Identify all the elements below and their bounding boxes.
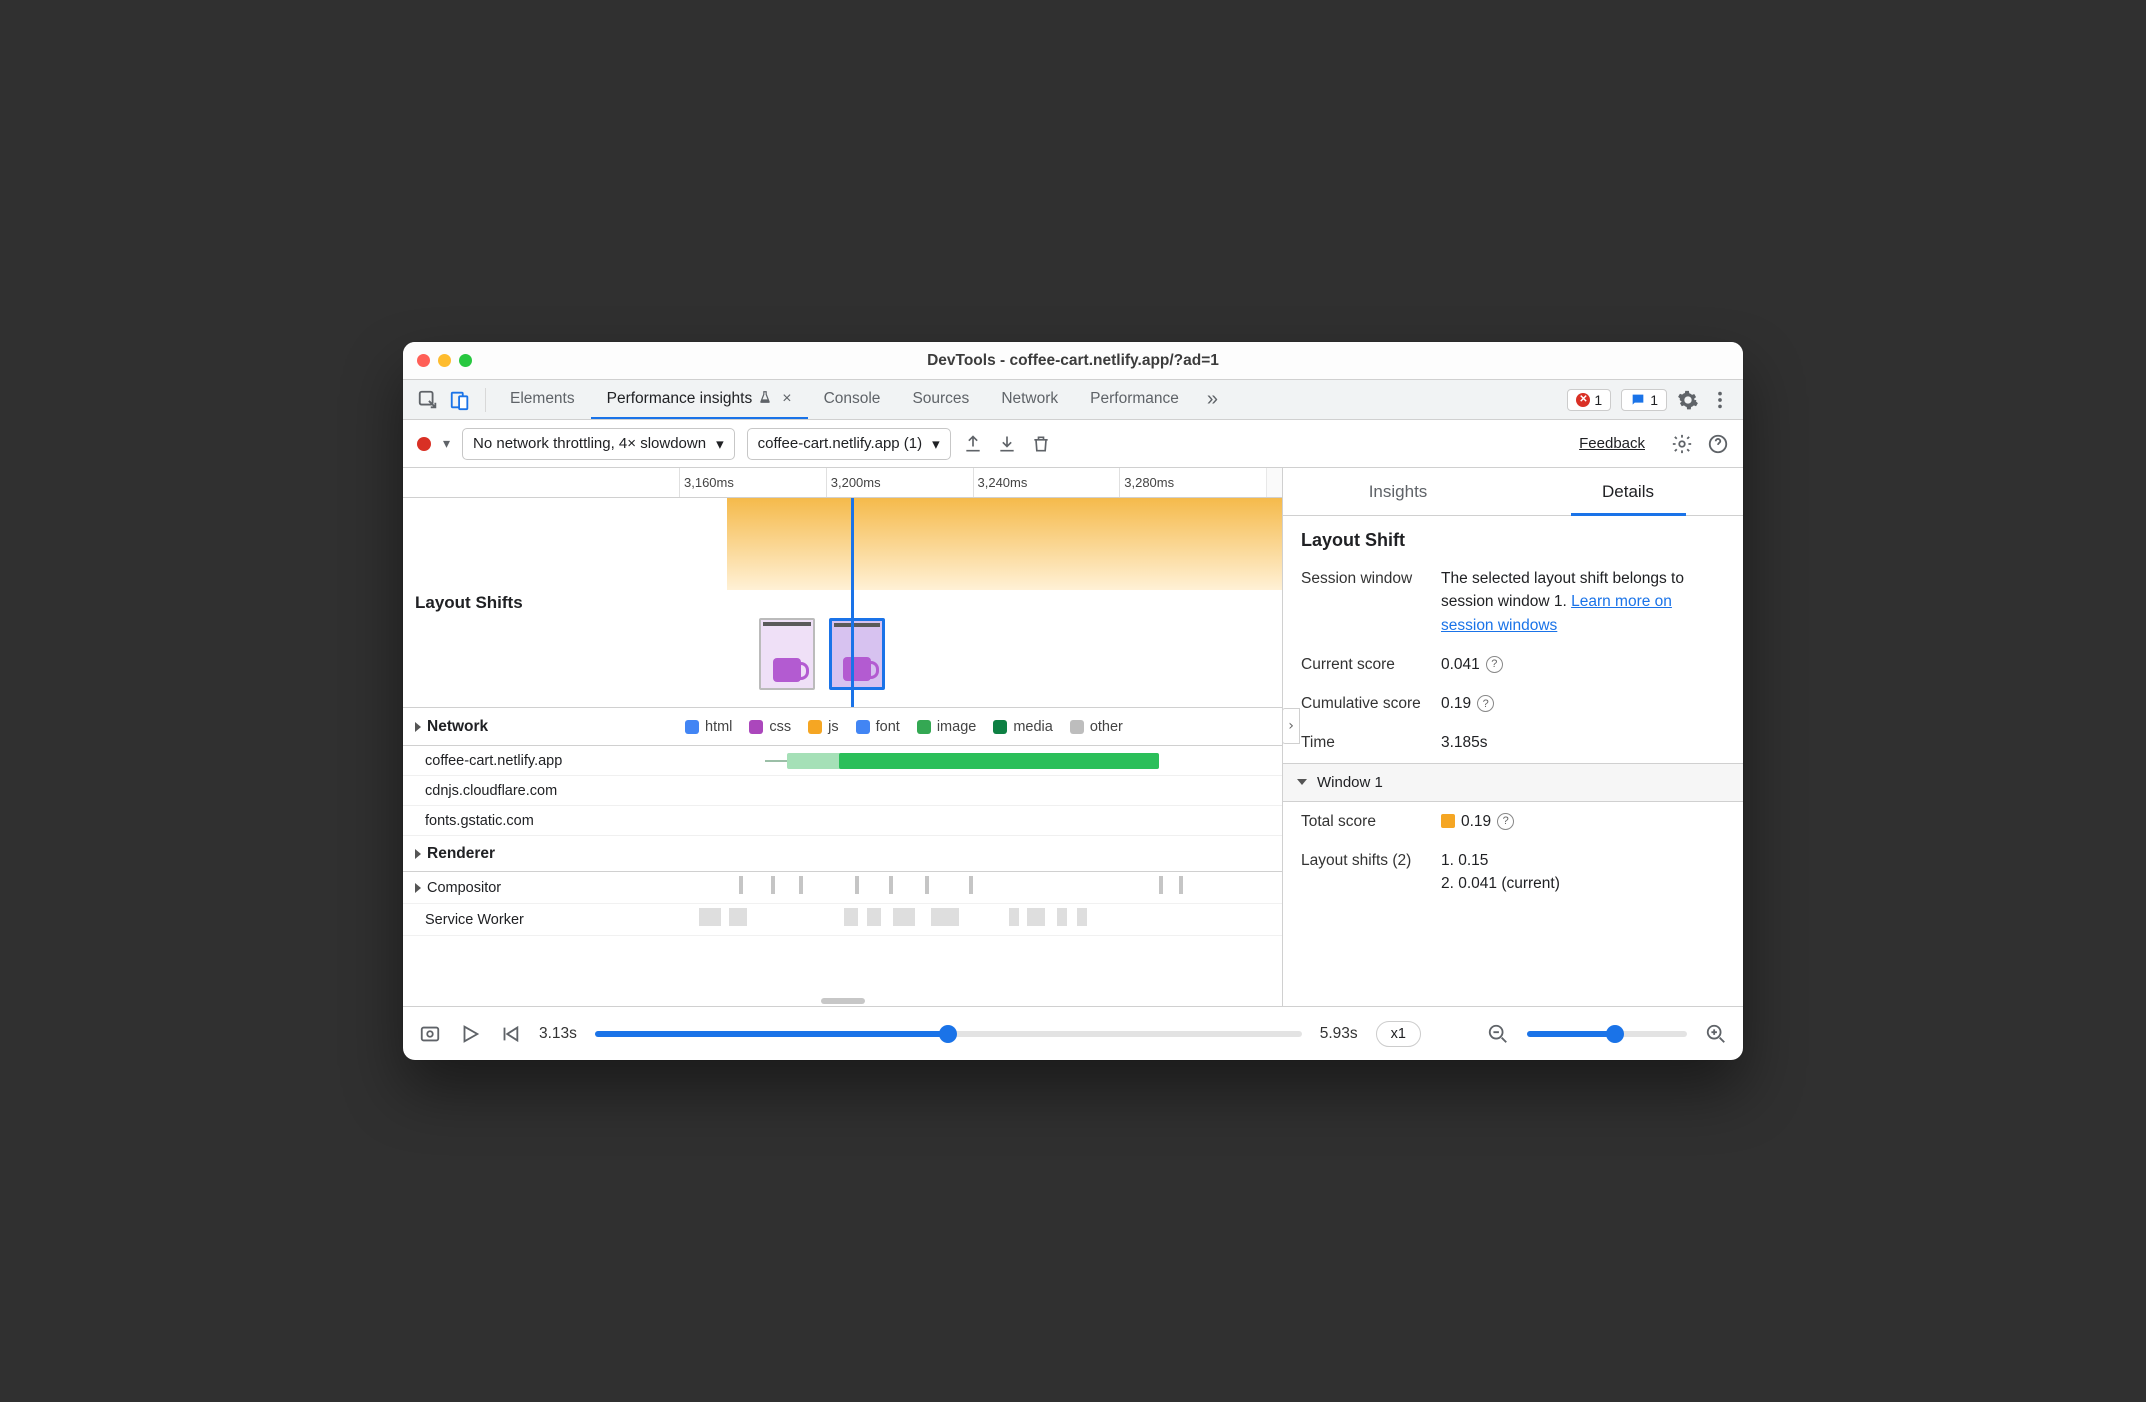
- experiment-icon: [758, 390, 772, 407]
- recording-select[interactable]: coffee-cart.netlify.app (1) ▾: [747, 428, 951, 460]
- details-tabs: Insights Details: [1283, 468, 1743, 516]
- close-button[interactable]: [417, 354, 430, 367]
- panel-tabs: Elements Performance insights × Console …: [494, 380, 1195, 419]
- close-tab-icon[interactable]: ×: [782, 390, 791, 408]
- zoom-in-icon[interactable]: [1705, 1023, 1727, 1045]
- label-current-score: Current score: [1301, 653, 1427, 676]
- tab-sources[interactable]: Sources: [896, 380, 985, 419]
- playback-end-time: 5.93s: [1320, 1025, 1358, 1043]
- inspect-element-icon[interactable]: [417, 389, 439, 411]
- network-legend: html css js font image media other: [679, 719, 1282, 735]
- tab-details[interactable]: Details: [1513, 468, 1743, 515]
- playback-slider[interactable]: [595, 1031, 1302, 1037]
- record-button[interactable]: [417, 437, 431, 451]
- help-icon[interactable]: ?: [1477, 695, 1494, 712]
- value-session-window: The selected layout shift belongs to ses…: [1441, 567, 1725, 637]
- error-icon: ✕: [1576, 393, 1590, 407]
- panel-tabstrip: Elements Performance insights × Console …: [403, 380, 1743, 420]
- tab-elements[interactable]: Elements: [494, 380, 591, 419]
- layout-shift-thumbnail-1[interactable]: [759, 618, 815, 690]
- label-total-score: Total score: [1301, 810, 1427, 833]
- export-icon[interactable]: [963, 434, 983, 454]
- flame-gradient: [727, 498, 1282, 590]
- panel-settings-icon[interactable]: [1671, 433, 1693, 455]
- device-toggle-icon[interactable]: [449, 389, 471, 411]
- preview-toggle-icon[interactable]: [419, 1023, 441, 1045]
- window-section-header[interactable]: Window 1: [1283, 763, 1743, 802]
- label-time: Time: [1301, 731, 1427, 754]
- collapse-caret-icon: [1297, 779, 1307, 785]
- throttle-select[interactable]: No network throttling, 4× slowdown ▾: [462, 428, 735, 460]
- timeline-panel: 3,160ms 3,200ms 3,240ms 3,280ms Layout S…: [403, 468, 1283, 1006]
- details-title: Layout Shift: [1283, 516, 1743, 559]
- insights-toolbar: ▾ No network throttling, 4× slowdown ▾ c…: [403, 420, 1743, 468]
- tab-console[interactable]: Console: [808, 380, 897, 419]
- expand-caret-icon: [415, 722, 421, 732]
- tab-performance-insights[interactable]: Performance insights ×: [591, 380, 808, 419]
- minimize-button[interactable]: [438, 354, 451, 367]
- record-menu-caret[interactable]: ▾: [443, 435, 450, 452]
- expand-caret-icon: [415, 849, 421, 859]
- tab-performance[interactable]: Performance: [1074, 380, 1195, 419]
- titlebar: DevTools - coffee-cart.netlify.app/?ad=1: [403, 342, 1743, 380]
- compositor-row[interactable]: Compositor: [403, 872, 1282, 904]
- zoom-slider[interactable]: [1527, 1031, 1687, 1037]
- label-layout-shifts: Layout shifts (2): [1301, 849, 1427, 896]
- tab-insights[interactable]: Insights: [1283, 468, 1513, 515]
- window-title: DevTools - coffee-cart.netlify.app/?ad=1: [403, 352, 1743, 370]
- help-icon[interactable]: [1707, 433, 1729, 455]
- value-layout-shifts: 1. 0.15 2. 0.041 (current): [1441, 849, 1725, 896]
- help-icon[interactable]: ?: [1497, 813, 1514, 830]
- message-badge[interactable]: 1: [1621, 389, 1667, 411]
- playback-bar: 3.13s 5.93s x1: [403, 1006, 1743, 1060]
- main-split: 3,160ms 3,200ms 3,240ms 3,280ms Layout S…: [403, 468, 1743, 1006]
- feedback-link[interactable]: Feedback: [1579, 435, 1645, 452]
- settings-icon[interactable]: [1677, 389, 1699, 411]
- playback-speed[interactable]: x1: [1376, 1021, 1421, 1047]
- network-track-header[interactable]: Network html css js font image media oth…: [403, 708, 1282, 746]
- value-current-score: 0.041?: [1441, 653, 1725, 676]
- zoom-out-icon[interactable]: [1487, 1023, 1509, 1045]
- details-panel: › Insights Details Layout Shift Session …: [1283, 468, 1743, 1006]
- value-cumulative-score: 0.19?: [1441, 692, 1725, 715]
- layout-shifts-label: Layout Shifts: [403, 498, 679, 707]
- playback-start-time: 3.13s: [539, 1025, 577, 1043]
- import-icon[interactable]: [997, 434, 1017, 454]
- network-host-row[interactable]: cdnjs.cloudflare.com: [403, 776, 1282, 806]
- window-controls: [417, 354, 472, 367]
- more-menu-icon[interactable]: [1709, 389, 1731, 411]
- chevron-down-icon: ▾: [716, 435, 724, 453]
- horizontal-scroll-handle[interactable]: [821, 998, 865, 1004]
- renderer-track-header[interactable]: Renderer: [403, 836, 1282, 872]
- label-session-window: Session window: [1301, 567, 1427, 637]
- label-cumulative-score: Cumulative score: [1301, 692, 1427, 715]
- time-ruler[interactable]: 3,160ms 3,200ms 3,240ms 3,280ms: [403, 468, 1282, 498]
- collapse-panel-button[interactable]: ›: [1282, 708, 1300, 744]
- network-host-row[interactable]: fonts.gstatic.com: [403, 806, 1282, 836]
- play-icon[interactable]: [459, 1023, 481, 1045]
- network-host-row[interactable]: coffee-cart.netlify.app: [403, 746, 1282, 776]
- maximize-button[interactable]: [459, 354, 472, 367]
- help-icon[interactable]: ?: [1486, 656, 1503, 673]
- chevron-down-icon: ▾: [932, 435, 940, 453]
- score-color-swatch: [1441, 814, 1455, 828]
- service-worker-row[interactable]: Service Worker: [403, 904, 1282, 936]
- skip-back-icon[interactable]: [499, 1023, 521, 1045]
- tabs-overflow-icon[interactable]: »: [1199, 388, 1226, 411]
- layout-shift-thumbnail-2[interactable]: [829, 618, 885, 690]
- value-time: 3.185s: [1441, 731, 1725, 754]
- error-badge[interactable]: ✕ 1: [1567, 389, 1611, 411]
- tab-network[interactable]: Network: [985, 380, 1074, 419]
- slider-knob[interactable]: [939, 1025, 957, 1043]
- devtools-window: DevTools - coffee-cart.netlify.app/?ad=1…: [403, 342, 1743, 1060]
- value-total-score: 0.19?: [1441, 810, 1725, 833]
- expand-caret-icon: [415, 883, 421, 893]
- playhead-indicator[interactable]: [851, 498, 854, 707]
- vertical-scrollbar[interactable]: [1266, 468, 1282, 497]
- message-icon: [1630, 392, 1646, 408]
- delete-icon[interactable]: [1031, 434, 1051, 454]
- layout-shifts-track: Layout Shifts: [403, 498, 1282, 708]
